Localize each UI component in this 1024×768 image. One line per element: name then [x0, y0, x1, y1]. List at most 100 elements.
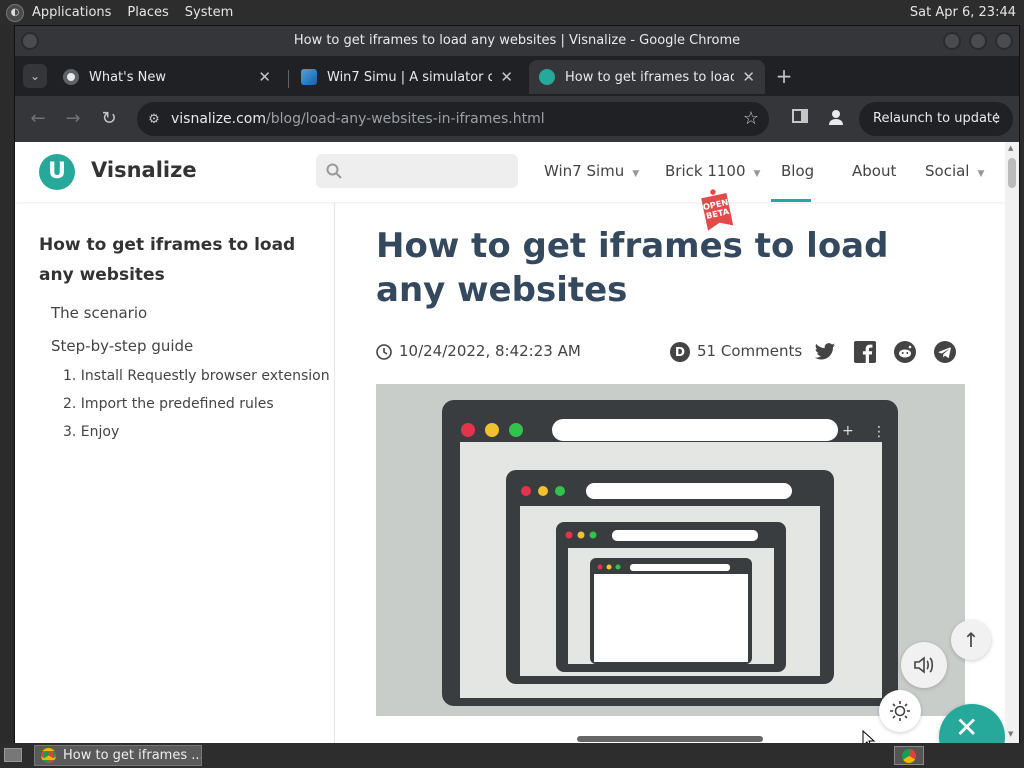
back-arrow-icon[interactable]: ← [27, 108, 49, 130]
top-panel: ◐ Applications Places System Sat Apr 6, … [0, 0, 1024, 25]
caret-down-icon: ▼ [632, 169, 640, 179]
new-tab-button[interactable]: + [773, 65, 795, 87]
close-window-button[interactable] [995, 32, 1013, 50]
url-path: /blog/load-any-websites-in-iframes.html [266, 111, 545, 127]
article-timestamp: 10/24/2022, 8:42:23 AM [399, 342, 581, 360]
scroll-up-arrow-icon[interactable]: ▲ [1008, 144, 1013, 152]
site-header: U Visnalize Win7 Simu ▼ Brick 1100 ▼ Blog … [15, 142, 1005, 202]
visnalize-icon [539, 69, 555, 85]
article-meta: 10/24/2022, 8:42:23 AM D 51 Comments [376, 338, 966, 366]
applications-menu[interactable]: Applications [24, 0, 119, 25]
scroll-to-top-button[interactable]: ↑ [951, 620, 991, 660]
nav-label: Blog [781, 162, 815, 180]
nested-browser-illustration: + ⋮ [442, 400, 898, 706]
horizontal-scroll-indicator[interactable] [577, 736, 763, 742]
site-search-input[interactable] [316, 154, 518, 188]
scroll-down-arrow-icon[interactable]: ▼ [1008, 730, 1013, 738]
minimize-button[interactable] [943, 32, 961, 50]
caret-down-icon: ▼ [753, 169, 761, 179]
site-info-icon[interactable]: ⚙ [137, 112, 171, 127]
article-hero-image: + ⋮ [376, 384, 965, 716]
gnome-logo-icon[interactable]: ◐ [6, 3, 24, 22]
page-viewport: U Visnalize Win7 Simu ▼ Brick 1100 ▼ Blog … [15, 142, 1019, 744]
tab-separator [288, 70, 289, 88]
chrome-icon [902, 749, 916, 763]
tab-label: Win7 Simu | A simulator of W [327, 69, 493, 85]
taskbar-item-label: How to get iframes ... [63, 748, 202, 763]
table-of-contents: How to get iframes to load any websites … [15, 202, 335, 744]
chrome-icon [41, 748, 56, 763]
window-title: How to get iframes to load any websites … [293, 33, 741, 48]
show-desktop-icon[interactable] [4, 748, 22, 762]
win7-icon [301, 69, 317, 85]
window-menu-button[interactable] [21, 32, 39, 50]
nav-label: Win7 Simu [544, 162, 625, 180]
nav-blog[interactable]: Blog [781, 162, 814, 180]
side-panel-icon[interactable] [789, 108, 811, 130]
article-title: How to get iframes to load any websites [376, 226, 889, 310]
reddit-icon[interactable] [894, 341, 916, 363]
relaunch-to-update-button[interactable]: Relaunch to update ⋮ [859, 102, 1013, 136]
active-nav-indicator [771, 199, 811, 202]
telegram-icon[interactable] [934, 341, 956, 363]
nav-label: About [852, 162, 897, 180]
toc-item-guide[interactable]: Step-by-step guide [51, 337, 193, 355]
reload-icon[interactable]: ↻ [98, 108, 120, 130]
browser-toolbar: ← → ↻ ⚙ visnalize.com/blog/load-any-webs… [15, 96, 1019, 142]
caret-down-icon: ▼ [977, 169, 985, 179]
close-tab-icon[interactable]: ✕ [258, 68, 271, 86]
close-tab-icon[interactable]: ✕ [500, 68, 513, 86]
toc-subitem-enjoy[interactable]: 3. Enjoy [63, 424, 119, 440]
taskbar: How to get iframes ... [0, 743, 1024, 768]
svg-text:⋮: ⋮ [872, 424, 886, 440]
facebook-icon[interactable] [854, 341, 876, 363]
theme-toggle-button[interactable] [879, 690, 921, 732]
forward-arrow-icon[interactable]: → [62, 108, 84, 130]
brand-name[interactable]: Visnalize [91, 158, 197, 182]
url-host: visnalize.com [171, 111, 267, 127]
taskbar-window-item[interactable]: How to get iframes ... [34, 745, 202, 766]
svg-text:+: + [842, 423, 854, 439]
tab-label: How to get iframes to load an [565, 69, 735, 85]
browser-window: How to get iframes to load any websites … [14, 25, 1020, 744]
close-tab-icon[interactable]: ✕ [742, 68, 755, 86]
places-menu[interactable]: Places [119, 0, 176, 25]
maximize-button[interactable] [969, 32, 987, 50]
clock-icon [376, 344, 392, 360]
tab-search-button[interactable]: ⌄ [23, 64, 47, 88]
nav-social[interactable]: Social ▼ [925, 162, 984, 180]
toc-subitem-install[interactable]: 1. Install Requestly browser extension [63, 368, 330, 384]
tab-win7-simu[interactable]: Win7 Simu | A simulator of W ✕ [291, 60, 523, 94]
toc-subitem-import[interactable]: 2. Import the predefined rules [63, 396, 274, 412]
visnalize-logo-icon[interactable]: U [39, 154, 75, 190]
toc-item-scenario[interactable]: The scenario [51, 304, 147, 322]
address-bar[interactable]: ⚙ visnalize.com/blog/load-any-websites-i… [137, 102, 769, 136]
disqus-icon[interactable]: D [670, 342, 690, 362]
sun-icon [890, 701, 910, 721]
nav-brick-1100[interactable]: Brick 1100 ▼ [665, 162, 760, 180]
text-to-speech-button[interactable] [901, 642, 947, 688]
nav-win7-simu[interactable]: Win7 Simu ▼ [544, 162, 639, 180]
window-titlebar[interactable]: How to get iframes to load any websites … [15, 26, 1019, 56]
speaker-icon [914, 656, 934, 674]
scrollbar-thumb[interactable] [1008, 158, 1016, 188]
vertical-scrollbar[interactable]: ▲ ▼ [1005, 142, 1019, 744]
profile-avatar-icon[interactable] [825, 108, 847, 130]
toc-title[interactable]: How to get iframes to load any websites [39, 230, 309, 290]
system-menu[interactable]: System [177, 0, 241, 25]
comments-link[interactable]: 51 Comments [697, 342, 802, 360]
tab-iframes-article[interactable]: How to get iframes to load an ✕ [529, 60, 765, 94]
nav-about[interactable]: About [852, 162, 896, 180]
twitter-icon[interactable] [814, 342, 836, 362]
clock[interactable]: Sat Apr 6, 23:44 [910, 0, 1016, 25]
tray-chrome-icon[interactable] [894, 746, 924, 765]
nav-label: Brick 1100 [665, 162, 746, 180]
tab-label: What's New [89, 69, 166, 85]
kebab-menu-icon[interactable]: ⋮ [990, 102, 1003, 136]
chrome-icon [63, 69, 79, 85]
relaunch-label: Relaunch to update [873, 111, 1001, 126]
nav-label: Social [925, 162, 970, 180]
tab-strip: ⌄ What's New ✕ Win7 Simu | A simulator o… [15, 56, 1019, 96]
tab-whats-new[interactable]: What's New ✕ [53, 60, 281, 94]
bookmark-star-icon[interactable]: ☆ [743, 108, 759, 129]
